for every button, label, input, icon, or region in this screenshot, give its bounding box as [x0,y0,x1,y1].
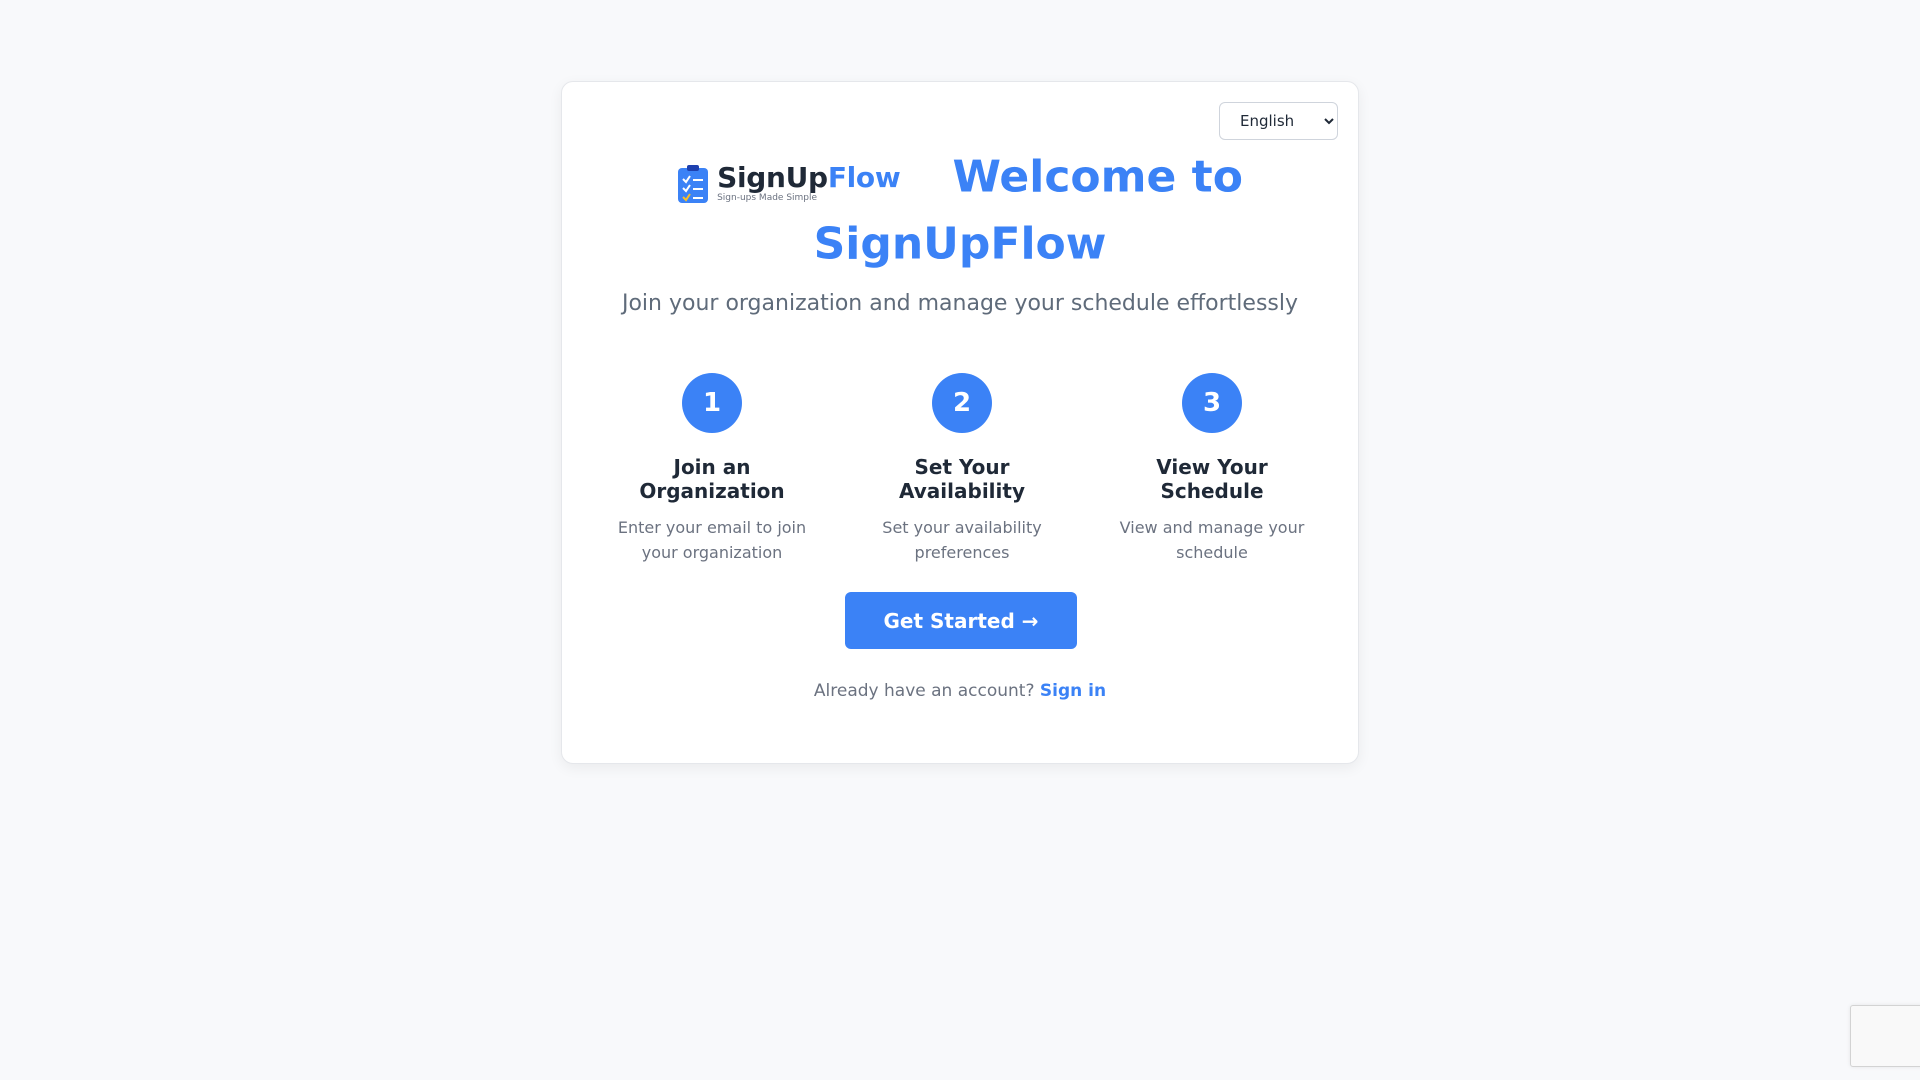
steps-list: 1 Join an Organization Enter your email … [602,373,1322,565]
step-join-organization: 1 Join an Organization Enter your email … [602,373,822,565]
step-number-badge: 3 [1182,373,1242,433]
step-title: View Your Schedule [1156,455,1268,503]
step-set-availability: 2 Set Your Availability Set your availab… [852,373,1072,565]
get-started-button[interactable]: Get Started → [845,592,1077,649]
brand-name-primary: SignUp [717,161,828,194]
language-select[interactable]: English [1219,102,1338,140]
step-view-schedule: 3 View Your Schedule View and manage you… [1102,373,1322,565]
recaptcha-badge[interactable] [1850,1005,1920,1067]
step-title: Set Your Availability [899,455,1025,503]
clipboard-checklist-icon [678,164,709,203]
sign-in-link[interactable]: Sign in [1040,681,1106,701]
signin-prompt-line: Already have an account? Sign in [562,681,1358,701]
brand-name: SignUpFlow [717,161,901,194]
brand-tagline: Sign-ups Made Simple [717,193,818,203]
page-subtitle: Join your organization and manage your s… [621,291,1299,316]
welcome-card: English SignUpFlow Sign-ups Made Simple [561,81,1359,764]
signin-prompt: Already have an account? [813,681,1035,701]
step-title: Join an Organization [639,455,785,503]
brand-logo: SignUpFlow Sign-ups Made Simple [677,161,901,204]
step-number-badge: 2 [932,373,992,433]
step-description: View and manage your schedule [1119,518,1305,562]
step-description: Set your availability preferences [882,518,1042,562]
hero-heading: SignUpFlow Sign-ups Made Simple Welcome … [562,144,1358,277]
brand-name-accent: Flow [827,161,901,194]
step-number-badge: 1 [682,373,742,433]
step-description: Enter your email to join your organizati… [617,518,807,562]
